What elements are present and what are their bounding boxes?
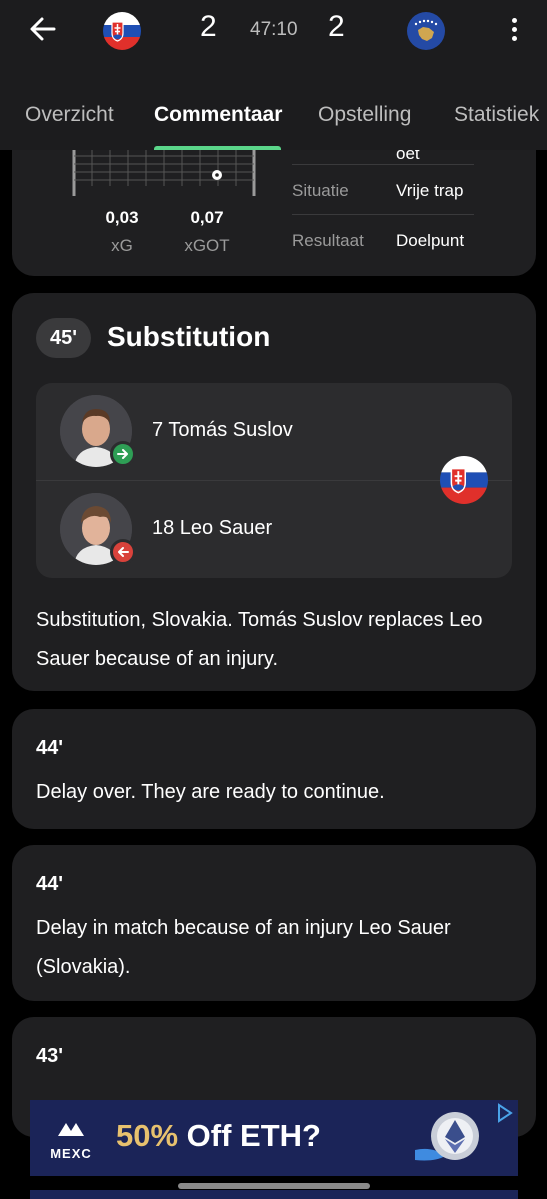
comment-minute: 44': [36, 737, 64, 759]
tab-bar: Overzicht Commentaar Opstelling Statisti…: [0, 92, 547, 150]
substitution-out-icon: [110, 539, 136, 565]
more-options-button[interactable]: [502, 12, 526, 46]
goal-net-graphic: [72, 150, 256, 196]
dot-icon: [511, 17, 517, 23]
result-value: Doelpunt: [396, 231, 465, 250]
tab-statistics[interactable]: Statistiek: [454, 103, 539, 127]
xg-label: xG: [111, 236, 133, 255]
match-clock: 47:10: [250, 19, 298, 40]
substitution-players: 7 Tomás Suslov 18 Leo Sauer: [36, 383, 512, 578]
situation-value: Vrije trap: [396, 181, 464, 200]
player-out-name: 18 Leo Sauer: [152, 517, 273, 539]
ad-choices-icon[interactable]: [494, 1102, 516, 1124]
ad-banner[interactable]: MEXC 50% Off ETH?: [30, 1100, 518, 1176]
player-out-row[interactable]: 18 Leo Sauer: [36, 481, 512, 578]
comment-minute: 43': [36, 1045, 64, 1067]
home-indicator[interactable]: [178, 1183, 370, 1189]
xgot-label: xGOT: [184, 236, 230, 255]
tab-lineup[interactable]: Opstelling: [318, 103, 411, 127]
divider: [292, 164, 474, 165]
slovakia-flag-icon[interactable]: [440, 456, 488, 504]
eth-coin-icon: [415, 1112, 479, 1161]
comment-text: Delay in match because of an injury Leo …: [36, 917, 451, 978]
mexc-logo-icon: [58, 1123, 84, 1136]
commentary-item: 44' Delay over. They are ready to contin…: [12, 709, 536, 829]
mexc-logo: MEXC: [48, 1120, 94, 1161]
kosovo-flag-icon[interactable]: [407, 12, 445, 50]
substitution-in-icon: [110, 441, 136, 467]
tab-commentary[interactable]: Commentaar: [154, 103, 282, 127]
tab-overview[interactable]: Overzicht: [25, 103, 114, 127]
player-in-row[interactable]: 7 Tomás Suslov: [36, 383, 512, 480]
ad-headline: 50% Off ETH?: [116, 1118, 321, 1153]
away-score: 2: [328, 10, 345, 43]
active-tab-indicator: [154, 146, 281, 150]
dot-icon: [511, 26, 517, 32]
minute-badge: 45': [36, 318, 91, 358]
comment-minute: 44': [36, 873, 64, 895]
slovakia-flag-icon[interactable]: [103, 12, 141, 50]
player-in-name: 7 Tomás Suslov: [152, 419, 293, 441]
substitution-card: 45' Substitution 7 Tomás Suslov 18 Leo S…: [12, 293, 536, 691]
ad-banner-secondary: [30, 1190, 518, 1199]
xgot-value: 0,07: [190, 208, 224, 227]
dot-icon: [511, 35, 517, 41]
commentary-item: 44' Delay in match because of an injury …: [12, 845, 536, 1001]
home-score: 2: [200, 10, 217, 43]
divider: [292, 214, 474, 215]
result-label: Resultaat: [292, 231, 364, 250]
situation-label: Situatie: [292, 181, 349, 200]
match-header: 2 47:10 2 Overzicht Commentaar Opstellin…: [0, 0, 547, 150]
xg-value: 0,03: [105, 208, 139, 227]
back-arrow-icon: [30, 17, 56, 41]
substitution-description: Substitution, Slovakia. Tomás Suslov rep…: [36, 609, 483, 670]
substitution-title: Substitution: [107, 321, 271, 352]
back-button[interactable]: [26, 12, 60, 46]
comment-text: Delay over. They are ready to continue.: [36, 781, 385, 803]
